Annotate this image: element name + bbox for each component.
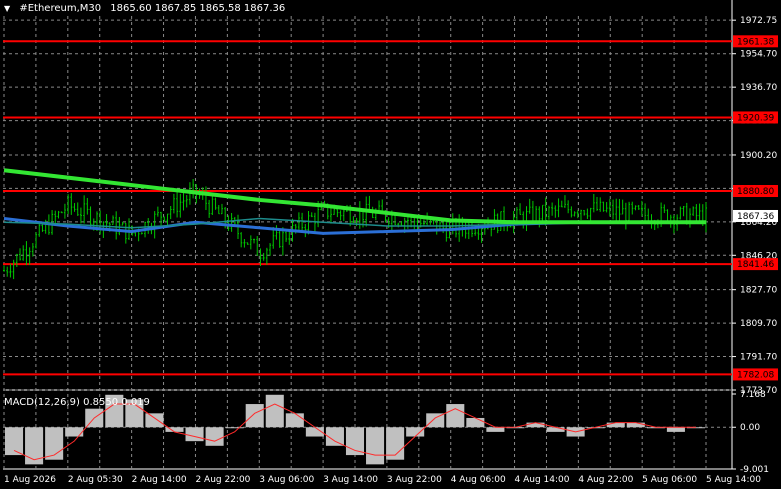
macd-axis-label: -9.001 [740, 465, 769, 475]
time-axis-label: 3 Aug 14:00 [323, 475, 378, 485]
macd-bar [486, 427, 505, 432]
macd-bar [285, 413, 304, 428]
macd-bar [446, 404, 465, 428]
time-axis-label: 4 Aug 06:00 [451, 475, 506, 485]
time-axis-label: 3 Aug 06:00 [259, 475, 314, 485]
macd-bar [185, 427, 204, 442]
macd-bar [265, 394, 284, 428]
level-label: 1841.46 [737, 260, 774, 270]
macd-bar [626, 422, 645, 428]
macd-bar [145, 413, 164, 428]
level-label: 1782.08 [737, 370, 774, 380]
time-axis-label: 2 Aug 22:00 [195, 475, 250, 485]
triangle-down-icon[interactable]: ▼ [4, 4, 10, 13]
macd-bar [205, 427, 224, 446]
macd-bar [666, 427, 685, 432]
macd-bar [546, 427, 565, 432]
macd-bar [245, 404, 264, 428]
price-chart[interactable]: 1 Aug 2026 2 Aug 05:30 2 Aug 14:00 2 Aug 22… [0, 0, 781, 489]
macd-axis-label: 7.168 [740, 390, 766, 400]
macd-bar [225, 427, 244, 429]
chart-header: ▼ #Ethereum,M30 1865.60 1867.85 1865.58 … [4, 3, 285, 14]
price-axis-label: 1900.20 [740, 151, 777, 161]
level-label: 1880.80 [737, 187, 774, 197]
price-axis-label: 1791.70 [740, 353, 777, 363]
time-axis-label: 5 Aug 06:00 [642, 475, 697, 485]
current-price-label: 1867.36 [737, 212, 774, 222]
time-axis-label: 2 Aug 14:00 [132, 475, 187, 485]
macd-bar [526, 422, 545, 428]
level-label: 1920.39 [737, 113, 774, 123]
macd-bar [406, 427, 425, 437]
time-axis-label: 5 Aug 14:00 [706, 475, 761, 485]
ohlc-values: 1865.60 1867.85 1865.58 1867.36 [110, 3, 286, 14]
time-axis-label: 4 Aug 14:00 [515, 475, 570, 485]
macd-bar [466, 417, 485, 428]
price-axis-label: 1809.70 [740, 319, 777, 329]
time-axis-label: 2 Aug 05:30 [68, 475, 123, 485]
symbol-timeframe: #Ethereum,M30 [19, 3, 102, 14]
level-label: 1961.38 [737, 37, 774, 47]
price-axis-label: 1827.70 [740, 286, 777, 296]
price-axis-label: 1972.75 [740, 16, 777, 26]
price-axis-label: 1936.70 [740, 83, 777, 93]
macd-bar [65, 427, 84, 437]
macd-axis-label: 0.00 [740, 423, 760, 433]
macd-bar [606, 422, 625, 428]
trading-chart-window[interactable]: 1 Aug 2026 2 Aug 05:30 2 Aug 14:00 2 Aug 22… [0, 0, 781, 489]
time-axis-label: 3 Aug 22:00 [387, 475, 442, 485]
time-axis-label: 4 Aug 22:00 [578, 475, 633, 485]
time-axis-label: 1 Aug 2026 [4, 475, 56, 485]
macd-bar [366, 427, 385, 465]
price-axis-label: 1954.70 [740, 50, 777, 60]
macd-label: MACD(12,26,9) 0.8550 0.019 [4, 397, 150, 408]
macd-bar [25, 427, 44, 465]
